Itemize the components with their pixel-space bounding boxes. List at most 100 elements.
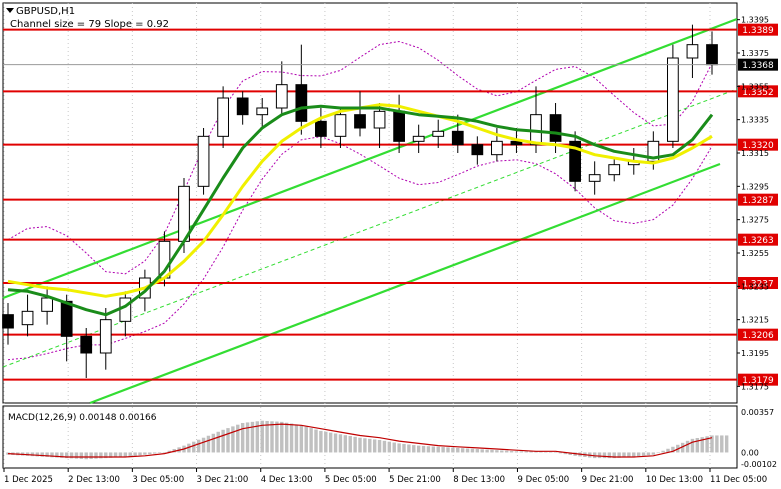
- macd-histogram-bar: [451, 447, 455, 453]
- macd-histogram-bar: [84, 452, 88, 460]
- macd-histogram-bar: [265, 421, 269, 453]
- macd-histogram-bar: [368, 438, 372, 453]
- macd-histogram-bar: [460, 448, 465, 453]
- macd-histogram-bar: [651, 452, 656, 455]
- macd-histogram-bar: [465, 448, 470, 453]
- macd-histogram-bar: [270, 421, 274, 453]
- candle-body: [373, 110, 386, 129]
- macd-histogram-bar: [226, 428, 230, 453]
- macd-histogram-bar: [343, 435, 348, 453]
- macd-histogram-bar: [519, 451, 524, 453]
- candle-body: [393, 110, 405, 142]
- y-tick-label: 1.3195: [741, 349, 769, 358]
- macd-histogram-bar: [309, 428, 313, 453]
- macd-histogram-bar: [421, 445, 426, 453]
- macd-histogram-bar: [436, 446, 440, 453]
- macd-histogram-bar: [275, 421, 279, 453]
- candle-body: [41, 297, 53, 312]
- candle-body: [549, 114, 562, 142]
- macd-histogram-bar: [402, 443, 406, 453]
- channel-label: Channel size = 79 Slope = 0.92: [10, 19, 169, 30]
- x-tick-label: 5 Dec 05:00: [325, 475, 377, 485]
- macd-histogram-bar: [485, 449, 489, 453]
- candle-body: [197, 135, 210, 187]
- macd-histogram-bar: [211, 433, 216, 453]
- macd-histogram-bar: [690, 438, 695, 453]
- level-label: 1.3389: [742, 26, 774, 36]
- macd-histogram-bar: [284, 422, 289, 453]
- macd-histogram-bar: [79, 452, 84, 459]
- macd-histogram-bar: [221, 429, 225, 453]
- macd-histogram-bar: [661, 450, 665, 453]
- macd-histogram-bar: [456, 447, 460, 453]
- macd-histogram-bar: [431, 446, 436, 453]
- macd-histogram-bar: [392, 442, 396, 453]
- x-tick-label: 9 Dec 21:00: [582, 475, 634, 485]
- macd-histogram-bar: [216, 431, 220, 453]
- macd-histogram-bar: [724, 435, 729, 453]
- macd-histogram-bar: [490, 449, 494, 453]
- candle-body: [119, 297, 132, 322]
- macd-histogram-bar: [206, 435, 211, 453]
- candle-body: [2, 314, 14, 329]
- candle-body: [491, 140, 503, 156]
- candle-body: [217, 97, 229, 137]
- macd-histogram-bar: [544, 451, 548, 453]
- y-tick-label: 1.3355: [741, 82, 769, 91]
- macd-histogram-bar: [338, 434, 343, 453]
- macd-histogram-bar: [138, 452, 142, 456]
- candle-body: [432, 130, 445, 137]
- macd-histogram-bar: [143, 452, 147, 455]
- macd-histogram-bar: [123, 452, 128, 457]
- macd-histogram-bar: [514, 451, 519, 453]
- candle-body: [80, 335, 93, 354]
- y-tick-label: 1.3395: [741, 16, 769, 25]
- macd-histogram-bar: [720, 435, 724, 453]
- y-tick-label: 1.3235: [741, 282, 769, 291]
- macd-histogram-bar: [509, 451, 514, 453]
- candle-body: [315, 120, 327, 137]
- x-tick-label: 4 Dec 13:00: [261, 475, 313, 485]
- macd-histogram-bar: [358, 437, 362, 453]
- macd-histogram-bar: [133, 452, 137, 456]
- macd-histogram-bar: [646, 452, 651, 456]
- y-tick-label: 1.3255: [741, 249, 769, 258]
- macd-histogram-bar: [74, 452, 79, 459]
- macd-histogram-bar: [407, 444, 411, 453]
- macd-histogram-bar: [632, 452, 636, 457]
- macd-histogram-bar: [196, 439, 201, 453]
- macd-histogram-bar: [236, 424, 240, 453]
- macd-histogram-bar: [685, 440, 690, 453]
- candle-body: [471, 144, 484, 156]
- macd-histogram-bar: [548, 452, 553, 453]
- macd-histogram-bar: [397, 443, 401, 453]
- macd-histogram-bar: [328, 432, 333, 453]
- candle-body: [256, 107, 269, 116]
- macd-histogram-bar: [504, 450, 509, 453]
- macd-histogram-bar: [280, 421, 284, 453]
- macd-histogram-bar: [348, 436, 352, 453]
- candle-body: [608, 164, 621, 176]
- macd-histogram-bar: [715, 435, 719, 453]
- macd-histogram-bar: [470, 448, 475, 453]
- symbol-label: GBPUSD,H1: [16, 6, 75, 17]
- level-label: 1.3263: [742, 236, 774, 246]
- y-tick-label: 1.3295: [741, 182, 769, 191]
- macd-histogram-bar: [89, 452, 93, 459]
- macd-histogram-bar: [299, 425, 304, 453]
- macd-histogram-bar: [319, 430, 323, 453]
- candle-body: [275, 84, 288, 109]
- y-tick-label: 1.3275: [741, 216, 769, 225]
- macd-tick-label: 0.00357: [741, 408, 774, 417]
- x-tick-label: 3 Dec 21:00: [197, 475, 249, 485]
- candle-body: [451, 130, 464, 146]
- y-tick-label: 1.3335: [741, 116, 769, 125]
- macd-histogram-bar: [314, 429, 318, 453]
- macd-histogram-bar: [240, 422, 245, 453]
- macd-histogram-bar: [656, 452, 660, 453]
- level-label: 1.3287: [742, 196, 774, 206]
- macd-histogram-bar: [636, 452, 641, 457]
- candle-body: [706, 44, 718, 66]
- candle-body: [21, 310, 34, 326]
- macd-histogram-bar: [333, 433, 338, 453]
